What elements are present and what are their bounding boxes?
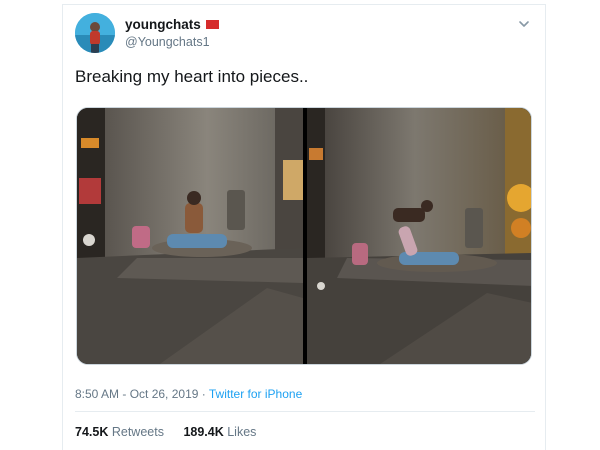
display-name[interactable]: youngchats xyxy=(125,17,201,32)
retweets-count: 74.5K xyxy=(75,425,109,439)
tweet-text: Breaking my heart into pieces.. xyxy=(75,67,309,86)
tweet-time[interactable]: 8:50 AM xyxy=(75,387,119,401)
tweet-date[interactable]: Oct 26, 2019 xyxy=(130,387,199,401)
photo-left[interactable] xyxy=(77,108,303,364)
tweet-stats: 74.5K Retweets 189.4K Likes xyxy=(75,425,272,439)
likes-count: 189.4K xyxy=(183,425,224,439)
tweet-meta: 8:50 AM - Oct 26, 2019 · Twitter for iPh… xyxy=(75,387,302,401)
tweet-header: youngchats @Youngchats1 xyxy=(75,13,535,57)
tweet-source-link[interactable]: Twitter for iPhone xyxy=(209,387,302,401)
meta-separator: - xyxy=(119,387,130,401)
photo-right[interactable] xyxy=(307,108,531,364)
retweets-stat[interactable]: 74.5K Retweets xyxy=(75,425,164,439)
tweet-card: youngchats @Youngchats1 Breaking my hear… xyxy=(62,4,546,450)
avatar[interactable] xyxy=(75,13,115,53)
retweets-label: Retweets xyxy=(111,425,164,439)
tweet-media[interactable] xyxy=(76,107,532,365)
red-flag-icon xyxy=(205,20,219,29)
likes-stat[interactable]: 189.4K Likes xyxy=(183,425,256,439)
divider xyxy=(75,411,535,412)
likes-label: Likes xyxy=(227,425,257,439)
meta-separator: · xyxy=(198,387,209,401)
chevron-down-icon[interactable] xyxy=(517,17,531,31)
user-handle[interactable]: @Youngchats1 xyxy=(125,35,219,49)
user-names: youngchats @Youngchats1 xyxy=(125,16,219,49)
